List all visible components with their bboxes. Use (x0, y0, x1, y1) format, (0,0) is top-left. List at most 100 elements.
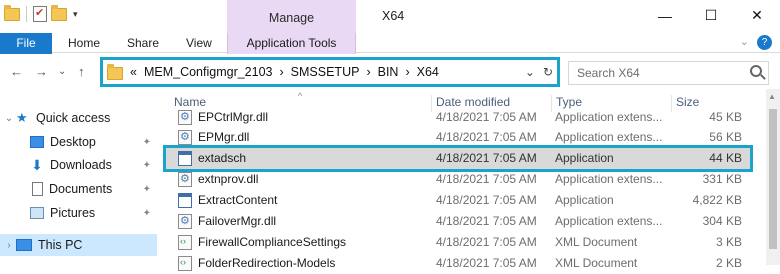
address-dropdown-icon[interactable]: ⌄ (525, 65, 535, 79)
sidebar-item-downloads[interactable]: ⬇ Downloads ✦ (0, 154, 157, 176)
sidebar-item-quick-access[interactable]: ⌄ ★ Quick access (0, 107, 157, 129)
table-row-selected[interactable]: extadsch 4/18/2021 7:05 AM Application 4… (163, 145, 753, 172)
search-box[interactable]: Search X64 (568, 61, 769, 85)
table-row[interactable]: EPMgr.dll 4/18/2021 7:05 AM Application … (166, 127, 750, 148)
file-type: Application extens... (555, 172, 663, 186)
xml-file-icon (178, 256, 192, 271)
tab-share[interactable]: Share (127, 36, 159, 50)
sidebar-item-label: Documents (49, 182, 113, 196)
file-date: 4/18/2021 7:05 AM (436, 193, 537, 207)
search-icon[interactable] (750, 65, 762, 77)
recent-locations-icon[interactable]: ⌄ (58, 66, 66, 77)
table-row[interactable]: FolderRedirection-Models 4/18/2021 7:05 … (166, 253, 750, 274)
pin-icon[interactable]: ✦ (143, 160, 151, 171)
application-icon (178, 193, 192, 208)
table-row[interactable]: EPCtrlMgr.dll 4/18/2021 7:05 AM Applicat… (166, 107, 750, 128)
customize-toolbar-icon[interactable]: ▾ (73, 9, 78, 20)
file-name: extnprov.dll (198, 172, 259, 186)
breadcrumb: « MEM_Configmgr_2103 › SMSSETUP › BIN › … (107, 64, 439, 80)
properties-icon[interactable] (33, 6, 47, 22)
pin-icon[interactable]: ✦ (143, 208, 151, 219)
expand-icon[interactable]: › (2, 240, 16, 251)
file-size: 3 KB (715, 235, 742, 249)
refresh-icon[interactable]: ↻ (543, 65, 553, 79)
file-date: 4/18/2021 7:05 AM (436, 151, 537, 165)
star-icon: ★ (16, 110, 28, 125)
breadcrumb-overflow[interactable]: « (130, 65, 137, 79)
file-size: 4,822 KB (692, 193, 742, 207)
breadcrumb-separator[interactable]: › (366, 65, 370, 79)
window-controls: — ☐ ✕ (642, 0, 780, 31)
pictures-icon (30, 207, 44, 219)
quick-access-toolbar: ▾ (4, 4, 78, 22)
pin-icon[interactable]: ✦ (143, 184, 151, 195)
address-bar[interactable]: « MEM_Configmgr_2103 › SMSSETUP › BIN › … (100, 57, 560, 87)
sidebar-item-pictures[interactable]: Pictures ✦ (0, 202, 157, 224)
file-type: XML Document (555, 256, 638, 270)
xml-file-icon (178, 235, 192, 250)
sidebar-item-label: Desktop (50, 135, 96, 149)
help-icon[interactable]: ? (757, 35, 772, 50)
sidebar-item-documents[interactable]: Documents ✦ (0, 178, 157, 200)
file-date: 4/18/2021 7:05 AM (436, 172, 537, 186)
breadcrumb-item[interactable]: SMSSETUP (291, 65, 360, 79)
file-name: EPCtrlMgr.dll (198, 110, 269, 124)
dll-file-icon (178, 110, 192, 125)
computer-icon (16, 239, 32, 251)
tab-home[interactable]: Home (68, 36, 100, 50)
back-button[interactable]: ← (10, 64, 23, 79)
sidebar-item-label: Quick access (36, 111, 111, 125)
breadcrumb-separator[interactable]: › (280, 65, 284, 79)
breadcrumb-item[interactable]: X64 (417, 65, 439, 79)
collapse-icon[interactable]: ⌄ (2, 113, 16, 124)
ribbon-tabs: File Home Share View Application Tools ⌄… (0, 33, 780, 54)
dll-file-icon (178, 214, 192, 229)
minimize-button[interactable]: — (642, 0, 688, 31)
tab-file[interactable]: File (0, 33, 52, 54)
tab-view[interactable]: View (186, 36, 212, 50)
ribbon-right-controls: ⌄ ? (740, 35, 772, 50)
file-type: Application extens... (555, 214, 663, 228)
tab-application-tools[interactable]: Application Tools (227, 33, 356, 54)
forward-button[interactable]: → (35, 64, 48, 79)
file-name: FailoverMgr.dll (198, 214, 277, 228)
breadcrumb-item[interactable]: BIN (378, 65, 399, 79)
file-size: 45 KB (709, 110, 742, 124)
up-button[interactable]: ↑ (78, 64, 85, 79)
folder-icon (107, 64, 123, 80)
table-row[interactable]: FirewallComplianceSettings 4/18/2021 7:0… (166, 232, 750, 253)
download-icon: ⬇ (31, 156, 43, 173)
expand-ribbon-icon[interactable]: ⌄ (740, 35, 749, 50)
file-type: Application extens... (555, 130, 663, 144)
file-size: 304 KB (702, 214, 742, 228)
table-row[interactable]: ExtractContent 4/18/2021 7:05 AM Applica… (166, 190, 750, 211)
sidebar-item-desktop[interactable]: Desktop ✦ (0, 131, 157, 153)
file-date: 4/18/2021 7:05 AM (436, 130, 537, 144)
application-icon (178, 151, 192, 166)
file-name: extadsch (198, 151, 247, 165)
title-bar: ▾ Manage X64 — ☐ ✕ (0, 0, 780, 33)
scrollbar-thumb[interactable] (769, 109, 777, 249)
sidebar-item-label: Downloads (50, 158, 112, 172)
address-actions: ⌄ ↻ (525, 65, 553, 79)
scroll-up-icon[interactable]: ▲ (768, 92, 776, 101)
sort-indicator-icon: ^ (298, 91, 303, 101)
vertical-scrollbar[interactable]: ▲ (766, 89, 780, 265)
new-folder-icon[interactable] (51, 4, 67, 21)
maximize-button[interactable]: ☐ (688, 0, 734, 31)
file-date: 4/18/2021 7:05 AM (436, 110, 537, 124)
file-date: 4/18/2021 7:05 AM (436, 214, 537, 228)
table-row[interactable]: extnprov.dll 4/18/2021 7:05 AM Applicati… (166, 169, 750, 190)
sidebar-item-label: Pictures (50, 206, 96, 220)
file-name: EPMgr.dll (198, 130, 250, 144)
navigation-bar: ← → ⌄ ↑ « MEM_Configmgr_2103 › SMSSETUP … (0, 55, 780, 89)
toolbar-separator (26, 6, 27, 22)
breadcrumb-item[interactable]: MEM_Configmgr_2103 (144, 65, 273, 79)
sidebar-item-this-pc[interactable]: › This PC (0, 234, 157, 256)
folder-icon[interactable] (4, 4, 20, 21)
breadcrumb-separator[interactable]: › (405, 65, 409, 79)
close-button[interactable]: ✕ (734, 0, 780, 31)
pin-icon[interactable]: ✦ (143, 137, 151, 148)
table-row[interactable]: FailoverMgr.dll 4/18/2021 7:05 AM Applic… (166, 211, 750, 232)
search-input[interactable]: Search X64 (577, 66, 640, 80)
